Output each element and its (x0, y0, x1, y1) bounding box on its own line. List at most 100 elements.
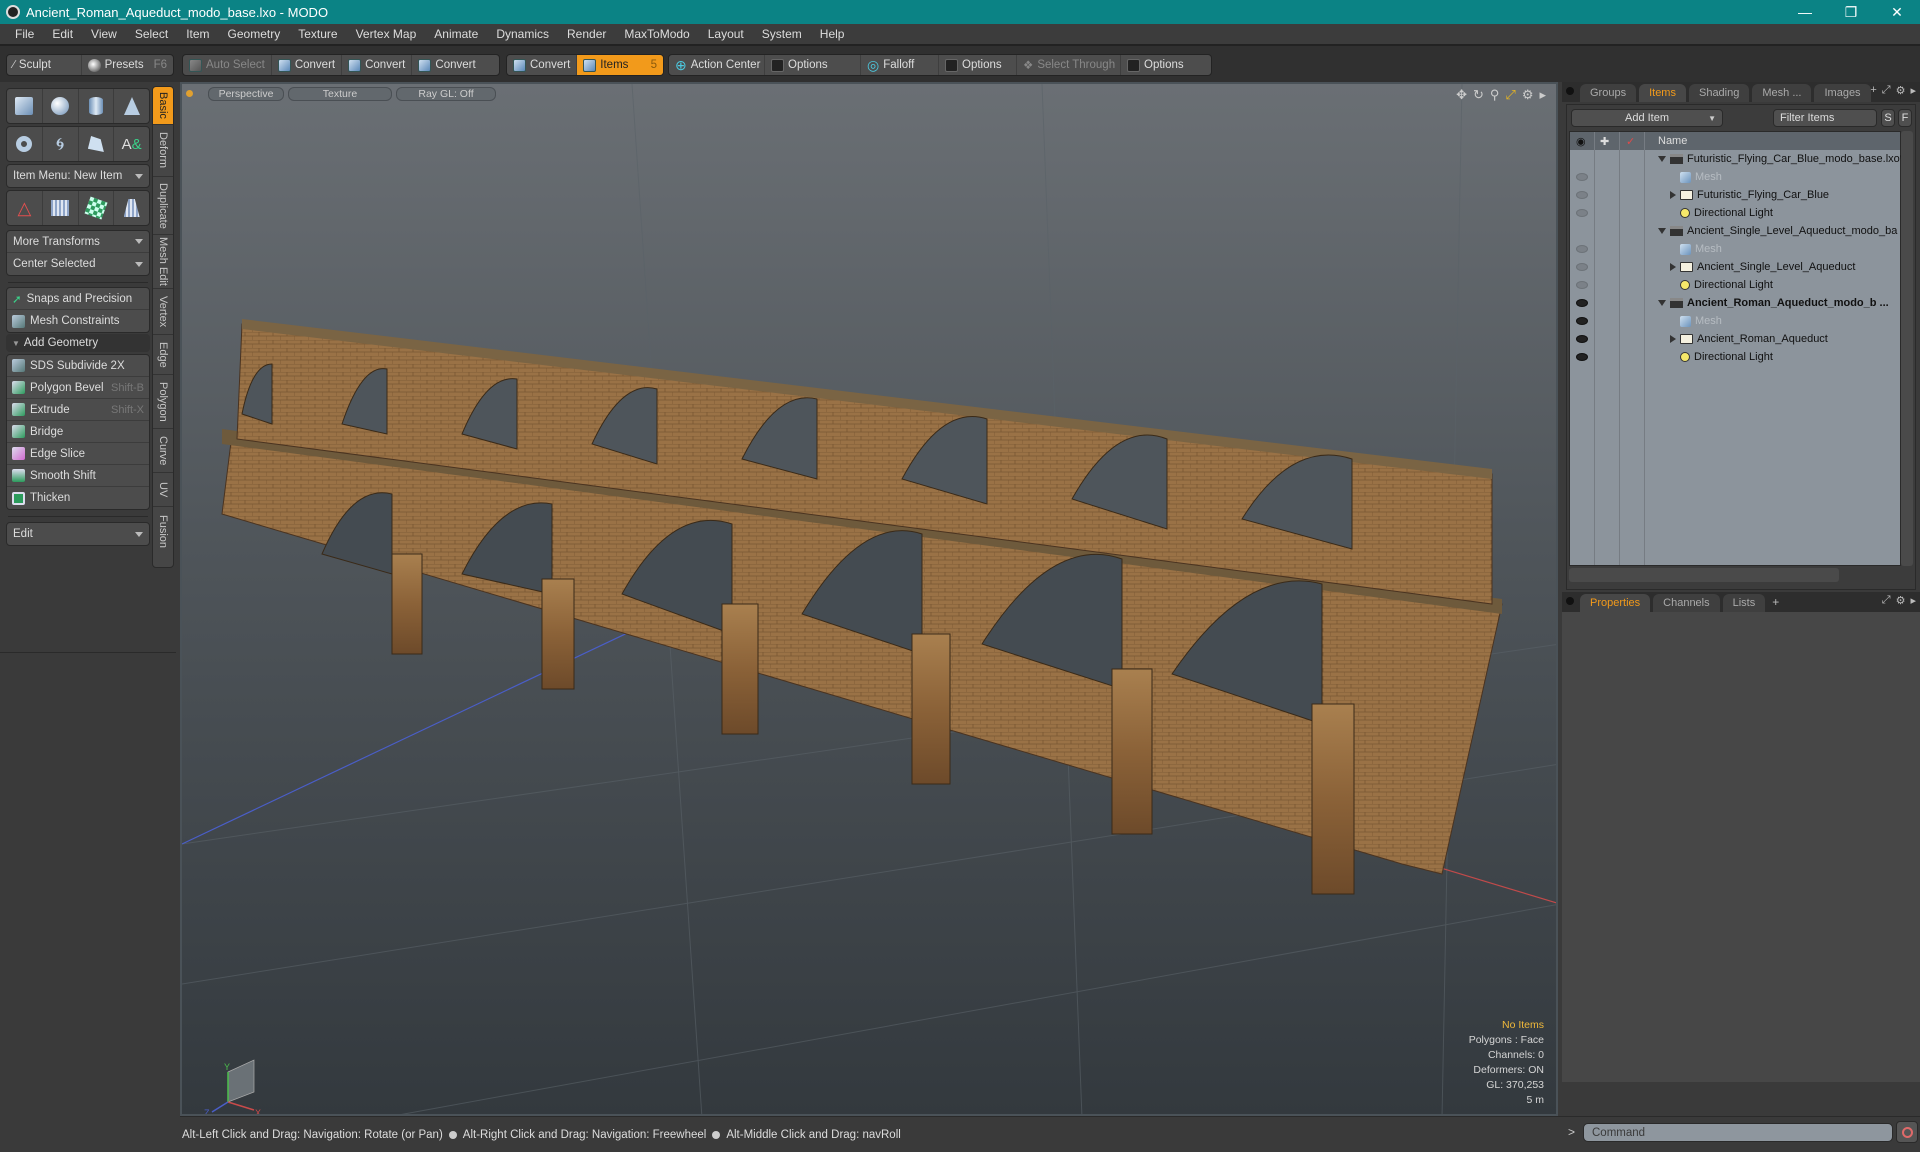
select-through-options-button[interactable]: Options (1121, 55, 1211, 75)
convert-polygons-button[interactable]: Convert (412, 55, 481, 75)
name-column-header[interactable]: Name (1658, 135, 1687, 147)
filter-items-input[interactable]: Filter Items (1773, 109, 1877, 127)
rotate-icon[interactable]: ↻ (1473, 87, 1484, 103)
maximize-icon[interactable]: ⤢ (1882, 594, 1891, 607)
item-row[interactable]: Mesh (1570, 240, 1900, 258)
tab-edge[interactable]: Edge (153, 335, 173, 375)
texture-tool-button[interactable] (43, 191, 79, 225)
menu-view[interactable]: View (82, 27, 126, 41)
add-tab-icon[interactable]: + (1772, 595, 1779, 609)
action-center-button[interactable]: ⊕ Action Center (669, 55, 765, 75)
tab-vertex[interactable]: Vertex (153, 289, 173, 335)
tab-items[interactable]: Items (1639, 84, 1686, 102)
extrude-button[interactable]: Extrude Shift-X (7, 399, 149, 421)
command-input[interactable]: Command (1583, 1123, 1893, 1142)
tab-deform[interactable]: Deform (153, 125, 173, 177)
minimize-button[interactable]: — (1782, 0, 1828, 24)
pen-tool-button[interactable] (79, 127, 115, 161)
tab-groups[interactable]: Groups (1580, 84, 1637, 102)
menu-render[interactable]: Render (558, 27, 615, 41)
convert-edges-button[interactable]: Convert (342, 55, 413, 75)
menu-edit[interactable]: Edit (43, 27, 82, 41)
item-row[interactable]: Ancient_Single_Level_Aqueduct_modo_ba ..… (1570, 222, 1910, 240)
add-tab-icon[interactable]: + (1870, 84, 1876, 97)
gear-icon[interactable]: ⚙ (1522, 87, 1534, 103)
menu-item[interactable]: Item (177, 27, 218, 41)
tab-shading[interactable]: Shading (1688, 84, 1750, 102)
presets-button[interactable]: Presets F6 (82, 55, 173, 75)
convert-vertices-button[interactable]: Convert (272, 55, 343, 75)
visibility-eye-icon[interactable] (1576, 209, 1588, 217)
gear-icon[interactable]: ⚙ (1896, 84, 1906, 97)
tab-mesh-edit[interactable]: Mesh Edit (153, 235, 173, 289)
select-through-button[interactable]: ❖ Select Through (1017, 55, 1121, 75)
menu-help[interactable]: Help (811, 27, 854, 41)
menu-geometry[interactable]: Geometry (219, 27, 290, 41)
tab-curve[interactable]: Curve (153, 429, 173, 473)
taper-tool-button[interactable] (114, 191, 149, 225)
axis-column-icon[interactable]: ✓ (1626, 135, 1635, 148)
items-mode-button[interactable]: Items 5 (577, 55, 663, 75)
action-center-options-button[interactable]: Options (765, 55, 861, 75)
uv-tool-button[interactable] (79, 191, 115, 225)
cube-primitive-button[interactable] (7, 89, 43, 123)
close-button[interactable]: ✕ (1874, 0, 1920, 24)
cylinder-primitive-button[interactable] (79, 89, 115, 123)
shading-mode-button[interactable]: Texture (288, 87, 392, 101)
falloff-options-button[interactable]: Options (939, 55, 1017, 75)
tab-duplicate[interactable]: Duplicate (153, 177, 173, 235)
visibility-eye-icon[interactable] (1576, 317, 1588, 325)
cone-primitive-button[interactable] (114, 89, 149, 123)
bridge-button[interactable]: Bridge (7, 421, 149, 443)
expand-arrow-icon[interactable]: ▸ (1910, 594, 1916, 607)
item-row[interactable]: Futuristic_Flying_Car_Blue_modo_base.lxo… (1570, 150, 1904, 168)
tab-basic[interactable]: Basic (153, 87, 173, 125)
expand-arrow-icon[interactable]: ▸ (1910, 84, 1916, 97)
visibility-eye-icon[interactable] (1576, 173, 1588, 181)
pan-icon[interactable]: ✥ (1456, 87, 1467, 103)
menu-animate[interactable]: Animate (425, 27, 487, 41)
item-row[interactable]: Directional Light (1570, 204, 1900, 222)
expand-arrow-icon[interactable]: ▸ (1539, 87, 1546, 103)
restore-button[interactable]: ❐ (1828, 0, 1874, 24)
item-tree-vscroll[interactable] (1901, 131, 1913, 566)
item-row[interactable]: Mesh (1570, 312, 1900, 330)
item-row[interactable]: Futuristic_Flying_Car_Blue (1570, 186, 1900, 204)
visibility-eye-icon[interactable] (1576, 281, 1588, 289)
maximize-icon[interactable]: ⤢ (1882, 84, 1891, 97)
visibility-eye-icon[interactable] (1576, 299, 1588, 307)
visibility-column-icon[interactable]: ◉ (1576, 135, 1586, 148)
visibility-eye-icon[interactable] (1576, 245, 1588, 253)
auto-select-button[interactable]: Auto Select (183, 55, 272, 75)
3d-viewport[interactable]: Y X Z Perspective Texture Ray GL: Off ✥ … (180, 82, 1558, 1116)
item-row[interactable]: Directional Light (1570, 348, 1900, 366)
tab-properties[interactable]: Properties (1580, 594, 1651, 612)
polygon-bevel-button[interactable]: Polygon Bevel Shift-B (7, 377, 149, 399)
edit-dropdown[interactable]: Edit (6, 522, 150, 546)
lock-column-icon[interactable]: ✚ (1600, 135, 1609, 148)
convert-items-button[interactable]: Convert (507, 55, 578, 75)
add-item-button[interactable]: Add Item ▼ (1571, 109, 1723, 127)
visibility-eye-icon[interactable] (1576, 335, 1588, 343)
text-tool-button[interactable]: A& (114, 127, 149, 161)
menu-texture[interactable]: Texture (289, 27, 346, 41)
collapsed-triangle-icon[interactable] (1670, 191, 1676, 199)
tab-lists[interactable]: Lists (1722, 594, 1766, 612)
torus-primitive-button[interactable] (7, 127, 43, 161)
collapsed-triangle-icon[interactable] (1670, 335, 1676, 343)
tab-mesh[interactable]: Mesh ... (1752, 84, 1812, 102)
sphere-primitive-button[interactable] (43, 89, 79, 123)
maximize-icon[interactable]: ⤢ (1505, 87, 1515, 103)
item-tree-hscroll[interactable] (1569, 568, 1839, 582)
item-row[interactable]: Ancient_Roman_Aqueduct_modo_b ... (1570, 294, 1900, 312)
item-row[interactable]: Mesh (1570, 168, 1900, 186)
menu-layout[interactable]: Layout (699, 27, 753, 41)
menu-select[interactable]: Select (126, 27, 177, 41)
tab-channels[interactable]: Channels (1653, 594, 1720, 612)
collapsed-triangle-icon[interactable] (1670, 263, 1676, 271)
filter-f-button[interactable]: F (1898, 109, 1912, 127)
thicken-button[interactable]: Thicken (7, 487, 149, 509)
add-geometry-header[interactable]: ▼ Add Geometry (6, 334, 150, 352)
tab-fusion[interactable]: Fusion (153, 507, 173, 557)
falloff-button[interactable]: ◎ Falloff (861, 55, 939, 75)
